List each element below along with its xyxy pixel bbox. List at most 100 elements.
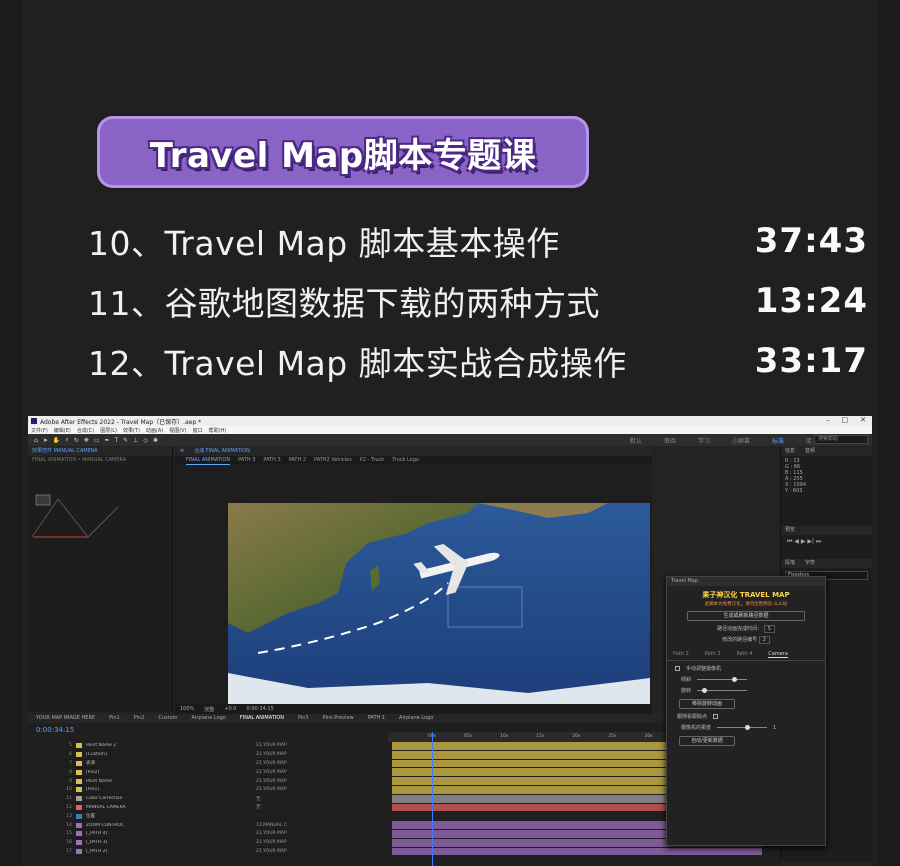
rotate-slider[interactable]	[697, 688, 748, 693]
layer-name[interactable]: [_PATH 2]	[86, 849, 256, 854]
menu-help[interactable]: 帮助(H)	[209, 427, 227, 434]
zoom-tool-icon[interactable]: ⌕	[65, 436, 68, 444]
close-icon[interactable]: ✕	[860, 416, 866, 424]
refresh-data-button[interactable]: 自动/更新数据	[679, 736, 735, 746]
layer-name[interactable]: [_PATH 3]	[86, 840, 256, 845]
stamp-tool-icon[interactable]: ⊥	[133, 437, 138, 444]
layer-color-swatch[interactable]	[76, 848, 82, 854]
path-time-input[interactable]: 5	[763, 625, 775, 633]
help-search-input[interactable]: 搜索帮助	[814, 435, 868, 444]
layer-color-swatch[interactable]	[76, 813, 82, 819]
layer-name[interactable]: [_PATH 4]	[86, 831, 256, 836]
tab-audio[interactable]: 音频	[805, 447, 815, 456]
remove-rotation-button[interactable]: 移除旋转动画	[679, 699, 735, 709]
generate-path-button[interactable]: 生成或刷新路径数据	[687, 611, 805, 621]
layer-parent[interactable]: 21.YOUR MAP	[256, 779, 306, 784]
layer-row[interactable]: 17 [_PATH 2] 21.YOUR MAP	[28, 848, 388, 857]
layer-color-swatch[interactable]	[76, 787, 82, 793]
workspace-review[interactable]: 审阅	[664, 436, 676, 445]
zoom-level-select[interactable]: 100%	[180, 706, 194, 712]
follow-checkbox[interactable]	[713, 714, 719, 719]
menu-file[interactable]: 文件(F)	[31, 427, 48, 434]
layer-parent[interactable]: 21.YOUR MAP	[256, 787, 306, 792]
menu-animation[interactable]: 动画(A)	[146, 427, 163, 434]
maximize-icon[interactable]: □	[842, 416, 849, 424]
menu-layer[interactable]: 图层(L)	[100, 427, 117, 434]
layer-color-swatch[interactable]	[76, 796, 82, 802]
effect-controls-tab[interactable]: 效果控件 MANUAL CAMERA	[28, 447, 172, 456]
minimize-icon[interactable]: –	[826, 416, 830, 424]
menu-view[interactable]: 视图(V)	[169, 427, 186, 434]
crumb-item[interactable]: FINAL ANIMATION	[186, 456, 231, 465]
layer-parent[interactable]: 无	[256, 796, 306, 802]
layer-row[interactable]: 15 [_PATH 4] 21.YOUR MAP	[28, 830, 388, 839]
layer-parent[interactable]: 21.YOUR MAP	[256, 761, 306, 766]
map-preview[interactable]	[228, 503, 650, 707]
manual-camera-option[interactable]: 手动调整摄像机	[667, 665, 825, 672]
workspace-learn[interactable]: 学习	[698, 436, 710, 445]
menu-composition[interactable]: 合成(C)	[77, 427, 94, 434]
path-index-select[interactable]: 2	[758, 636, 770, 644]
tab-path-3[interactable]: Path 3	[705, 651, 721, 658]
playhead[interactable]	[432, 732, 433, 866]
menu-effect[interactable]: 效果(T)	[123, 427, 140, 434]
layer-duration-bar[interactable]	[392, 847, 762, 856]
layer-row[interactable]: 5 Point Name 2 21.YOUR MAP	[28, 742, 388, 751]
tab-composition[interactable]: 合成 FINAL ANIMATION	[194, 447, 250, 456]
layer-name[interactable]: MANUAL CAMERA	[86, 805, 256, 810]
layer-name[interactable]: 位置	[86, 813, 256, 819]
layer-row[interactable]: 13 位置	[28, 812, 388, 822]
layer-name[interactable]: Color Correction	[86, 796, 256, 801]
puppet-tool-icon[interactable]: ✱	[153, 437, 158, 444]
crumb-item[interactable]: PATH 2	[289, 456, 306, 465]
layer-name[interactable]: ZOOM CONTROL	[86, 823, 256, 828]
tab-timeline[interactable]: Airplane Logo	[192, 714, 226, 723]
viewer-timecode[interactable]: 0:00:34:15	[246, 706, 273, 712]
home-icon[interactable]: ⌂	[34, 437, 38, 444]
tab-timeline[interactable]: Pin3	[298, 714, 309, 723]
layer-name[interactable]: 表演	[86, 760, 256, 766]
resolution-select[interactable]: 完整	[204, 706, 214, 713]
layer-row[interactable]: 6 [Custom] 21.YOUR MAP	[28, 751, 388, 760]
tab-timeline[interactable]: Pin1	[109, 714, 120, 723]
layer-color-swatch[interactable]	[76, 778, 82, 784]
eraser-tool-icon[interactable]: ◇	[143, 437, 148, 444]
manual-camera-checkbox[interactable]	[675, 666, 680, 671]
layer-name[interactable]: [Pin2]	[86, 770, 256, 775]
layer-color-swatch[interactable]	[76, 840, 82, 846]
brush-tool-icon[interactable]: ✎	[123, 437, 128, 444]
pan-tool-icon[interactable]: ✥	[84, 437, 89, 444]
workspace-small-screen[interactable]: 小屏幕	[732, 436, 750, 445]
layer-name[interactable]: Point Name 2	[86, 743, 256, 748]
tab-path-4[interactable]: Path 4	[737, 651, 753, 658]
menu-window[interactable]: 窗口	[193, 427, 203, 434]
layer-color-swatch[interactable]	[76, 831, 82, 837]
layer-parent[interactable]: 21.YOUR MAP	[256, 849, 306, 854]
layer-color-swatch[interactable]	[76, 743, 82, 749]
layer-color-swatch[interactable]	[76, 752, 82, 758]
layer-parent[interactable]: 13.MANUAL C	[256, 823, 306, 828]
crumb-item[interactable]: Truck Logo	[392, 456, 419, 465]
layer-parent[interactable]: 21.YOUR MAP	[256, 831, 306, 836]
layer-name[interactable]: Point Name	[86, 779, 256, 784]
tab-timeline[interactable]: Airplane Logo	[399, 714, 433, 723]
tab-info[interactable]: 信息	[785, 447, 795, 456]
selection-tool-icon[interactable]: ➤	[43, 437, 48, 444]
camera-softness-slider[interactable]	[717, 725, 768, 730]
layer-row[interactable]: 14 ZOOM CONTROL 13.MANUAL C	[28, 821, 388, 830]
crumb-item[interactable]: PATH2 Vehicles	[314, 456, 352, 465]
workspace-standard[interactable]: 标准	[772, 436, 784, 445]
layer-row[interactable]: 8 [Pin2] 21.YOUR MAP	[28, 768, 388, 778]
tab-timeline-active[interactable]: FINAL ANIMATION	[240, 714, 284, 723]
layer-color-swatch[interactable]	[76, 769, 82, 775]
layer-parent[interactable]: 21.YOUR MAP	[256, 840, 306, 845]
type-tool-icon[interactable]: T	[114, 437, 118, 444]
menu-edit[interactable]: 编辑(E)	[54, 427, 71, 434]
layer-row[interactable]: 16 [_PATH 3] 21.YOUR MAP	[28, 839, 388, 848]
rectangle-tool-icon[interactable]: ▭	[94, 437, 100, 444]
rotate-tool-icon[interactable]: ↻	[74, 437, 79, 444]
layer-row[interactable]: 9 Point Name 21.YOUR MAP	[28, 777, 388, 786]
crumb-item[interactable]: PATH 3	[263, 456, 280, 465]
layer-row[interactable]: 12 MANUAL CAMERA 无	[28, 804, 388, 813]
tab-camera[interactable]: Camera	[768, 651, 788, 658]
